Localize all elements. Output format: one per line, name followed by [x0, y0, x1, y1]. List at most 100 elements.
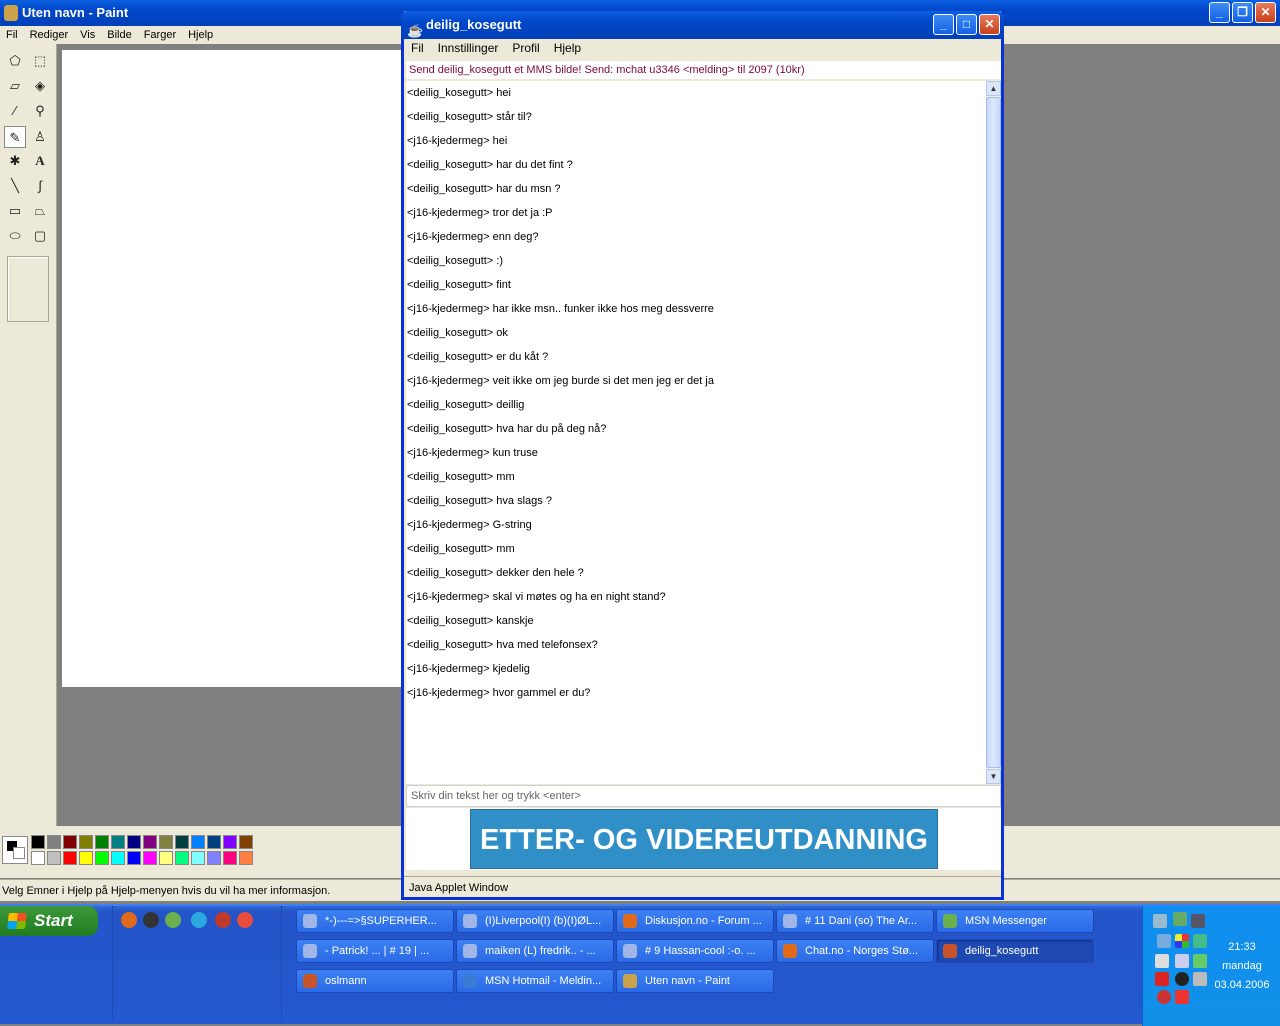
ellipse-icon[interactable]: ⬭ — [4, 225, 26, 247]
color-swatch[interactable] — [95, 835, 109, 849]
opera-icon[interactable] — [237, 912, 253, 928]
color-swatch[interactable] — [95, 851, 109, 865]
eraser-icon[interactable]: ▱ — [4, 75, 26, 97]
color-swatch[interactable] — [239, 835, 253, 849]
pencil-icon[interactable]: ✎ — [4, 126, 26, 148]
color-swatch[interactable] — [207, 851, 221, 865]
ad-banner[interactable]: ETTER- OG VIDEREUTDANNING — [470, 809, 938, 869]
color-picker-icon[interactable]: ⁄ — [4, 100, 26, 122]
chat-message-input[interactable]: Skriv din tekst her og trykk <enter> — [406, 785, 1001, 807]
media-icon[interactable] — [215, 912, 231, 928]
color-swatch[interactable] — [79, 851, 93, 865]
minimize-icon[interactable]: _ — [933, 14, 954, 35]
color-swatch[interactable] — [159, 851, 173, 865]
antivirus-icon[interactable] — [1157, 990, 1171, 1004]
taskbar-button[interactable]: MSN Hotmail - Meldin... — [456, 969, 614, 993]
rectangle-icon[interactable]: ▭ — [4, 200, 26, 222]
maximize-icon[interactable]: □ — [956, 14, 977, 35]
paint-menu-hjelp[interactable]: Hjelp — [182, 26, 219, 44]
curve-icon[interactable]: ∫ — [29, 175, 51, 197]
color-swatch[interactable] — [111, 835, 125, 849]
speaker-icon[interactable] — [1175, 972, 1189, 986]
color-swatch[interactable] — [191, 835, 205, 849]
taskbar-button[interactable]: (I)Liverpool(I) (b)(I)ØL... — [456, 909, 614, 933]
taskbar-button[interactable]: # 9 Hassan-cool :-o. ... — [616, 939, 774, 963]
msn-tray-icon[interactable] — [1175, 934, 1189, 948]
color-swatch[interactable] — [143, 835, 157, 849]
color-swatch[interactable] — [31, 851, 45, 865]
taskbar-button[interactable]: deilig_kosegutt — [936, 939, 1094, 963]
color-swatch[interactable] — [207, 835, 221, 849]
color-swatch[interactable] — [111, 851, 125, 865]
close-icon[interactable]: ✕ — [1255, 2, 1276, 23]
chat-title-bar[interactable]: ☕ deilig_kosegutt _ □ ✕ — [401, 11, 1004, 39]
fill-icon[interactable]: ◈ — [29, 75, 51, 97]
close-icon[interactable]: ✕ — [979, 14, 1000, 35]
free-select-icon[interactable]: ⬠ — [4, 50, 26, 72]
tray-app-icon[interactable] — [1173, 912, 1187, 926]
rounded-rect-icon[interactable]: ▢ — [29, 225, 51, 247]
chat-menu-innstillinger[interactable]: Innstillinger — [431, 39, 506, 57]
color-swatch[interactable] — [143, 851, 157, 865]
taskbar-button[interactable]: - Patrick! ... | # 19 | ... — [296, 939, 454, 963]
steam-icon[interactable] — [143, 912, 159, 928]
phone-icon[interactable] — [1175, 954, 1189, 968]
drawing-canvas[interactable] — [62, 50, 402, 687]
color-swatch[interactable] — [47, 835, 61, 849]
taskbar-button[interactable]: oslmann — [296, 969, 454, 993]
brush-icon[interactable]: ♙ — [29, 126, 51, 148]
taskbar-button[interactable]: *-)---=>§SUPERHER... — [296, 909, 454, 933]
msn-icon[interactable] — [165, 912, 181, 928]
color-swatch[interactable] — [159, 835, 173, 849]
minimize-icon[interactable]: _ — [1209, 2, 1230, 23]
rect-select-icon[interactable]: ⬚ — [29, 50, 51, 72]
taskbar-button[interactable]: maiken (L) fredrik.. - ... — [456, 939, 614, 963]
taskbar-button[interactable]: # 11 Dani (so) The Ar... — [776, 909, 934, 933]
clock[interactable]: 21:33 mandag 03.04.2006 — [1203, 938, 1280, 995]
scroll-thumb[interactable] — [986, 97, 1001, 768]
scroll-up-icon[interactable]: ▲ — [986, 81, 1001, 96]
ie-icon[interactable] — [191, 912, 207, 928]
chat-menu-fil[interactable]: Fil — [404, 39, 431, 57]
taskbar-button[interactable]: Uten navn - Paint — [616, 969, 774, 993]
polygon-icon[interactable]: ⏢ — [29, 200, 51, 222]
color-swatch[interactable] — [223, 851, 237, 865]
restore-icon[interactable]: ❐ — [1232, 2, 1253, 23]
color-swatch[interactable] — [47, 851, 61, 865]
tool-options-box[interactable] — [7, 256, 49, 322]
taskbar-button[interactable]: Diskusjon.no - Forum ... — [616, 909, 774, 933]
color-swatch[interactable] — [223, 835, 237, 849]
paint-menu-farger[interactable]: Farger — [138, 26, 182, 44]
chat-menu-profil[interactable]: Profil — [505, 39, 546, 57]
start-button[interactable]: Start — [0, 906, 98, 936]
color-swatch[interactable] — [239, 851, 253, 865]
taskbar-button[interactable]: MSN Messenger — [936, 909, 1094, 933]
magnifier-icon[interactable]: ⚲ — [29, 100, 51, 122]
paint-menu-bilde[interactable]: Bilde — [101, 26, 137, 44]
shield-icon[interactable] — [1175, 990, 1189, 1004]
color-swatch[interactable] — [191, 851, 205, 865]
chat-menu-hjelp[interactable]: Hjelp — [547, 39, 588, 57]
paint-menu-vis[interactable]: Vis — [74, 26, 101, 44]
line-icon[interactable]: ╲ — [4, 175, 26, 197]
color-swatch[interactable] — [127, 851, 141, 865]
color-swatch[interactable] — [63, 835, 77, 849]
color-swatch[interactable] — [79, 835, 93, 849]
color-swatch[interactable] — [175, 851, 189, 865]
firefox-icon[interactable] — [121, 912, 137, 928]
tray-tool-icon[interactable] — [1191, 914, 1205, 928]
color-swatch[interactable] — [127, 835, 141, 849]
airbrush-icon[interactable]: ✱ — [4, 150, 26, 172]
color-swatch[interactable] — [31, 835, 45, 849]
current-colors[interactable] — [2, 836, 28, 864]
ati-icon[interactable] — [1155, 972, 1169, 986]
paint-menu-fil[interactable]: Fil — [0, 26, 24, 44]
users-icon[interactable] — [1157, 934, 1171, 948]
color-swatch[interactable] — [175, 835, 189, 849]
scroll-down-icon[interactable]: ▼ — [986, 769, 1001, 784]
network-icon[interactable] — [1153, 914, 1167, 928]
text-icon[interactable]: A — [29, 150, 51, 172]
taskbar-button[interactable]: Chat.no - Norges Stø... — [776, 939, 934, 963]
bluetooth-icon[interactable] — [1155, 954, 1169, 968]
chat-scrollbar[interactable]: ▲ ▼ — [986, 81, 1001, 784]
